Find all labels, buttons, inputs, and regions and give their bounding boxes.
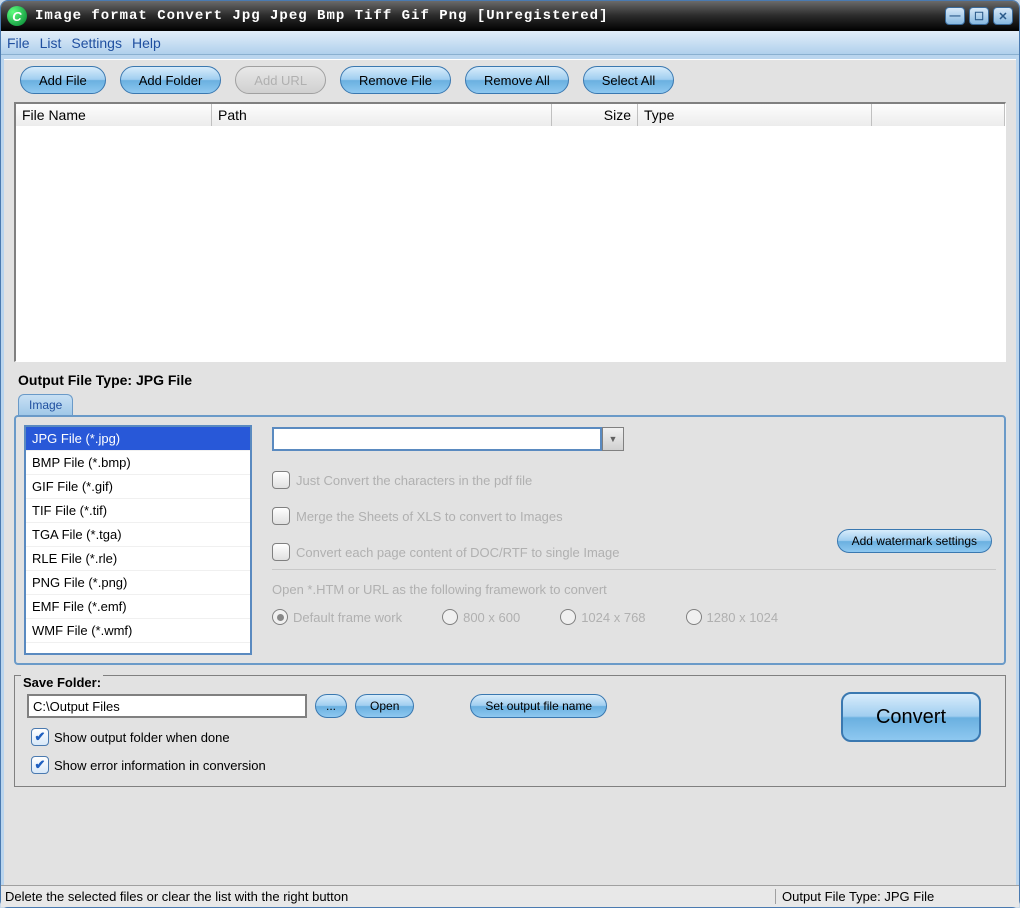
statusbar: Delete the selected files or clear the l… [1, 885, 1019, 907]
combo-dropdown-icon[interactable]: ▼ [602, 427, 624, 451]
format-item-rle[interactable]: RLE File (*.rle) [26, 547, 250, 571]
menubar: File List Settings Help [1, 31, 1019, 55]
checkbox-show-error[interactable]: ✔ [31, 756, 49, 774]
options-panel: JPG File (*.jpg) BMP File (*.bmp) GIF Fi… [14, 415, 1006, 665]
set-output-name-button[interactable]: Set output file name [470, 694, 607, 718]
col-file-name[interactable]: File Name [16, 104, 212, 126]
open-folder-button[interactable]: Open [355, 694, 414, 718]
remove-file-button[interactable]: Remove File [340, 66, 451, 94]
col-size[interactable]: Size [552, 104, 638, 126]
menu-file[interactable]: File [7, 35, 30, 51]
select-all-button[interactable]: Select All [583, 66, 674, 94]
radio-1280 [686, 609, 702, 625]
remove-all-button[interactable]: Remove All [465, 66, 569, 94]
format-item-gif[interactable]: GIF File (*.gif) [26, 475, 250, 499]
checkbox-xls-merge [272, 507, 290, 525]
format-item-tga[interactable]: TGA File (*.tga) [26, 523, 250, 547]
maximize-button[interactable]: ☐ [969, 7, 989, 25]
status-left: Delete the selected files or clear the l… [5, 889, 775, 904]
option-xls-merge: Merge the Sheets of XLS to convert to Im… [272, 507, 996, 525]
save-path-input[interactable] [27, 694, 307, 718]
app-icon: C [7, 6, 27, 26]
format-item-tif[interactable]: TIF File (*.tif) [26, 499, 250, 523]
col-type[interactable]: Type [638, 104, 872, 126]
add-url-button: Add URL [235, 66, 326, 94]
htm-framework-label: Open *.HTM or URL as the following frame… [272, 582, 996, 597]
option-pdf-chars: Just Convert the characters in the pdf f… [272, 471, 996, 489]
radio-800 [442, 609, 458, 625]
menu-settings[interactable]: Settings [71, 35, 122, 51]
tab-image[interactable]: Image [18, 394, 73, 415]
status-right: Output File Type: JPG File [775, 889, 1015, 904]
browse-button[interactable]: ... [315, 694, 347, 718]
tab-strip: Image [18, 394, 1006, 415]
checkbox-pdf-chars [272, 471, 290, 489]
format-item-emf[interactable]: EMF File (*.emf) [26, 595, 250, 619]
combo-box[interactable] [272, 427, 602, 451]
show-error-label: Show error information in conversion [54, 758, 266, 773]
framework-radios: Default frame work 800 x 600 1024 x 768 … [272, 609, 996, 625]
close-button[interactable]: ✕ [993, 7, 1013, 25]
show-folder-label: Show output folder when done [54, 730, 230, 745]
add-file-button[interactable]: Add File [20, 66, 106, 94]
convert-button[interactable]: Convert [841, 692, 981, 742]
menu-list[interactable]: List [40, 35, 62, 51]
checkbox-doc-single [272, 543, 290, 561]
options-column: ▼ Just Convert the characters in the pdf… [272, 425, 996, 655]
format-item-png[interactable]: PNG File (*.png) [26, 571, 250, 595]
window-title: Image format Convert Jpg Jpeg Bmp Tiff G… [35, 8, 945, 24]
col-path[interactable]: Path [212, 104, 552, 126]
radio-default [272, 609, 288, 625]
main-window: C Image format Convert Jpg Jpeg Bmp Tiff… [0, 0, 1020, 908]
toolbar: Add File Add Folder Add URL Remove File … [14, 66, 1006, 94]
add-folder-button[interactable]: Add Folder [120, 66, 222, 94]
menu-help[interactable]: Help [132, 35, 161, 51]
col-spacer [872, 104, 1005, 126]
format-item-jpg[interactable]: JPG File (*.jpg) [26, 427, 250, 451]
save-folder-label: Save Folder: [21, 675, 103, 690]
format-item-wmf[interactable]: WMF File (*.wmf) [26, 619, 250, 643]
checkbox-show-folder[interactable]: ✔ [31, 728, 49, 746]
file-list-header: File Name Path Size Type [16, 104, 1005, 126]
minimize-button[interactable]: — [945, 7, 965, 25]
format-list[interactable]: JPG File (*.jpg) BMP File (*.bmp) GIF Fi… [24, 425, 252, 655]
save-panel: Save Folder: ... Open Set output file na… [14, 675, 1006, 787]
output-type-label: Output File Type: JPG File [18, 372, 1006, 388]
content-area: Add File Add Folder Add URL Remove File … [4, 59, 1016, 885]
format-item-bmp[interactable]: BMP File (*.bmp) [26, 451, 250, 475]
radio-1024 [560, 609, 576, 625]
watermark-button[interactable]: Add watermark settings [837, 529, 992, 553]
titlebar[interactable]: C Image format Convert Jpg Jpeg Bmp Tiff… [1, 1, 1019, 31]
file-list[interactable]: File Name Path Size Type [14, 102, 1006, 362]
